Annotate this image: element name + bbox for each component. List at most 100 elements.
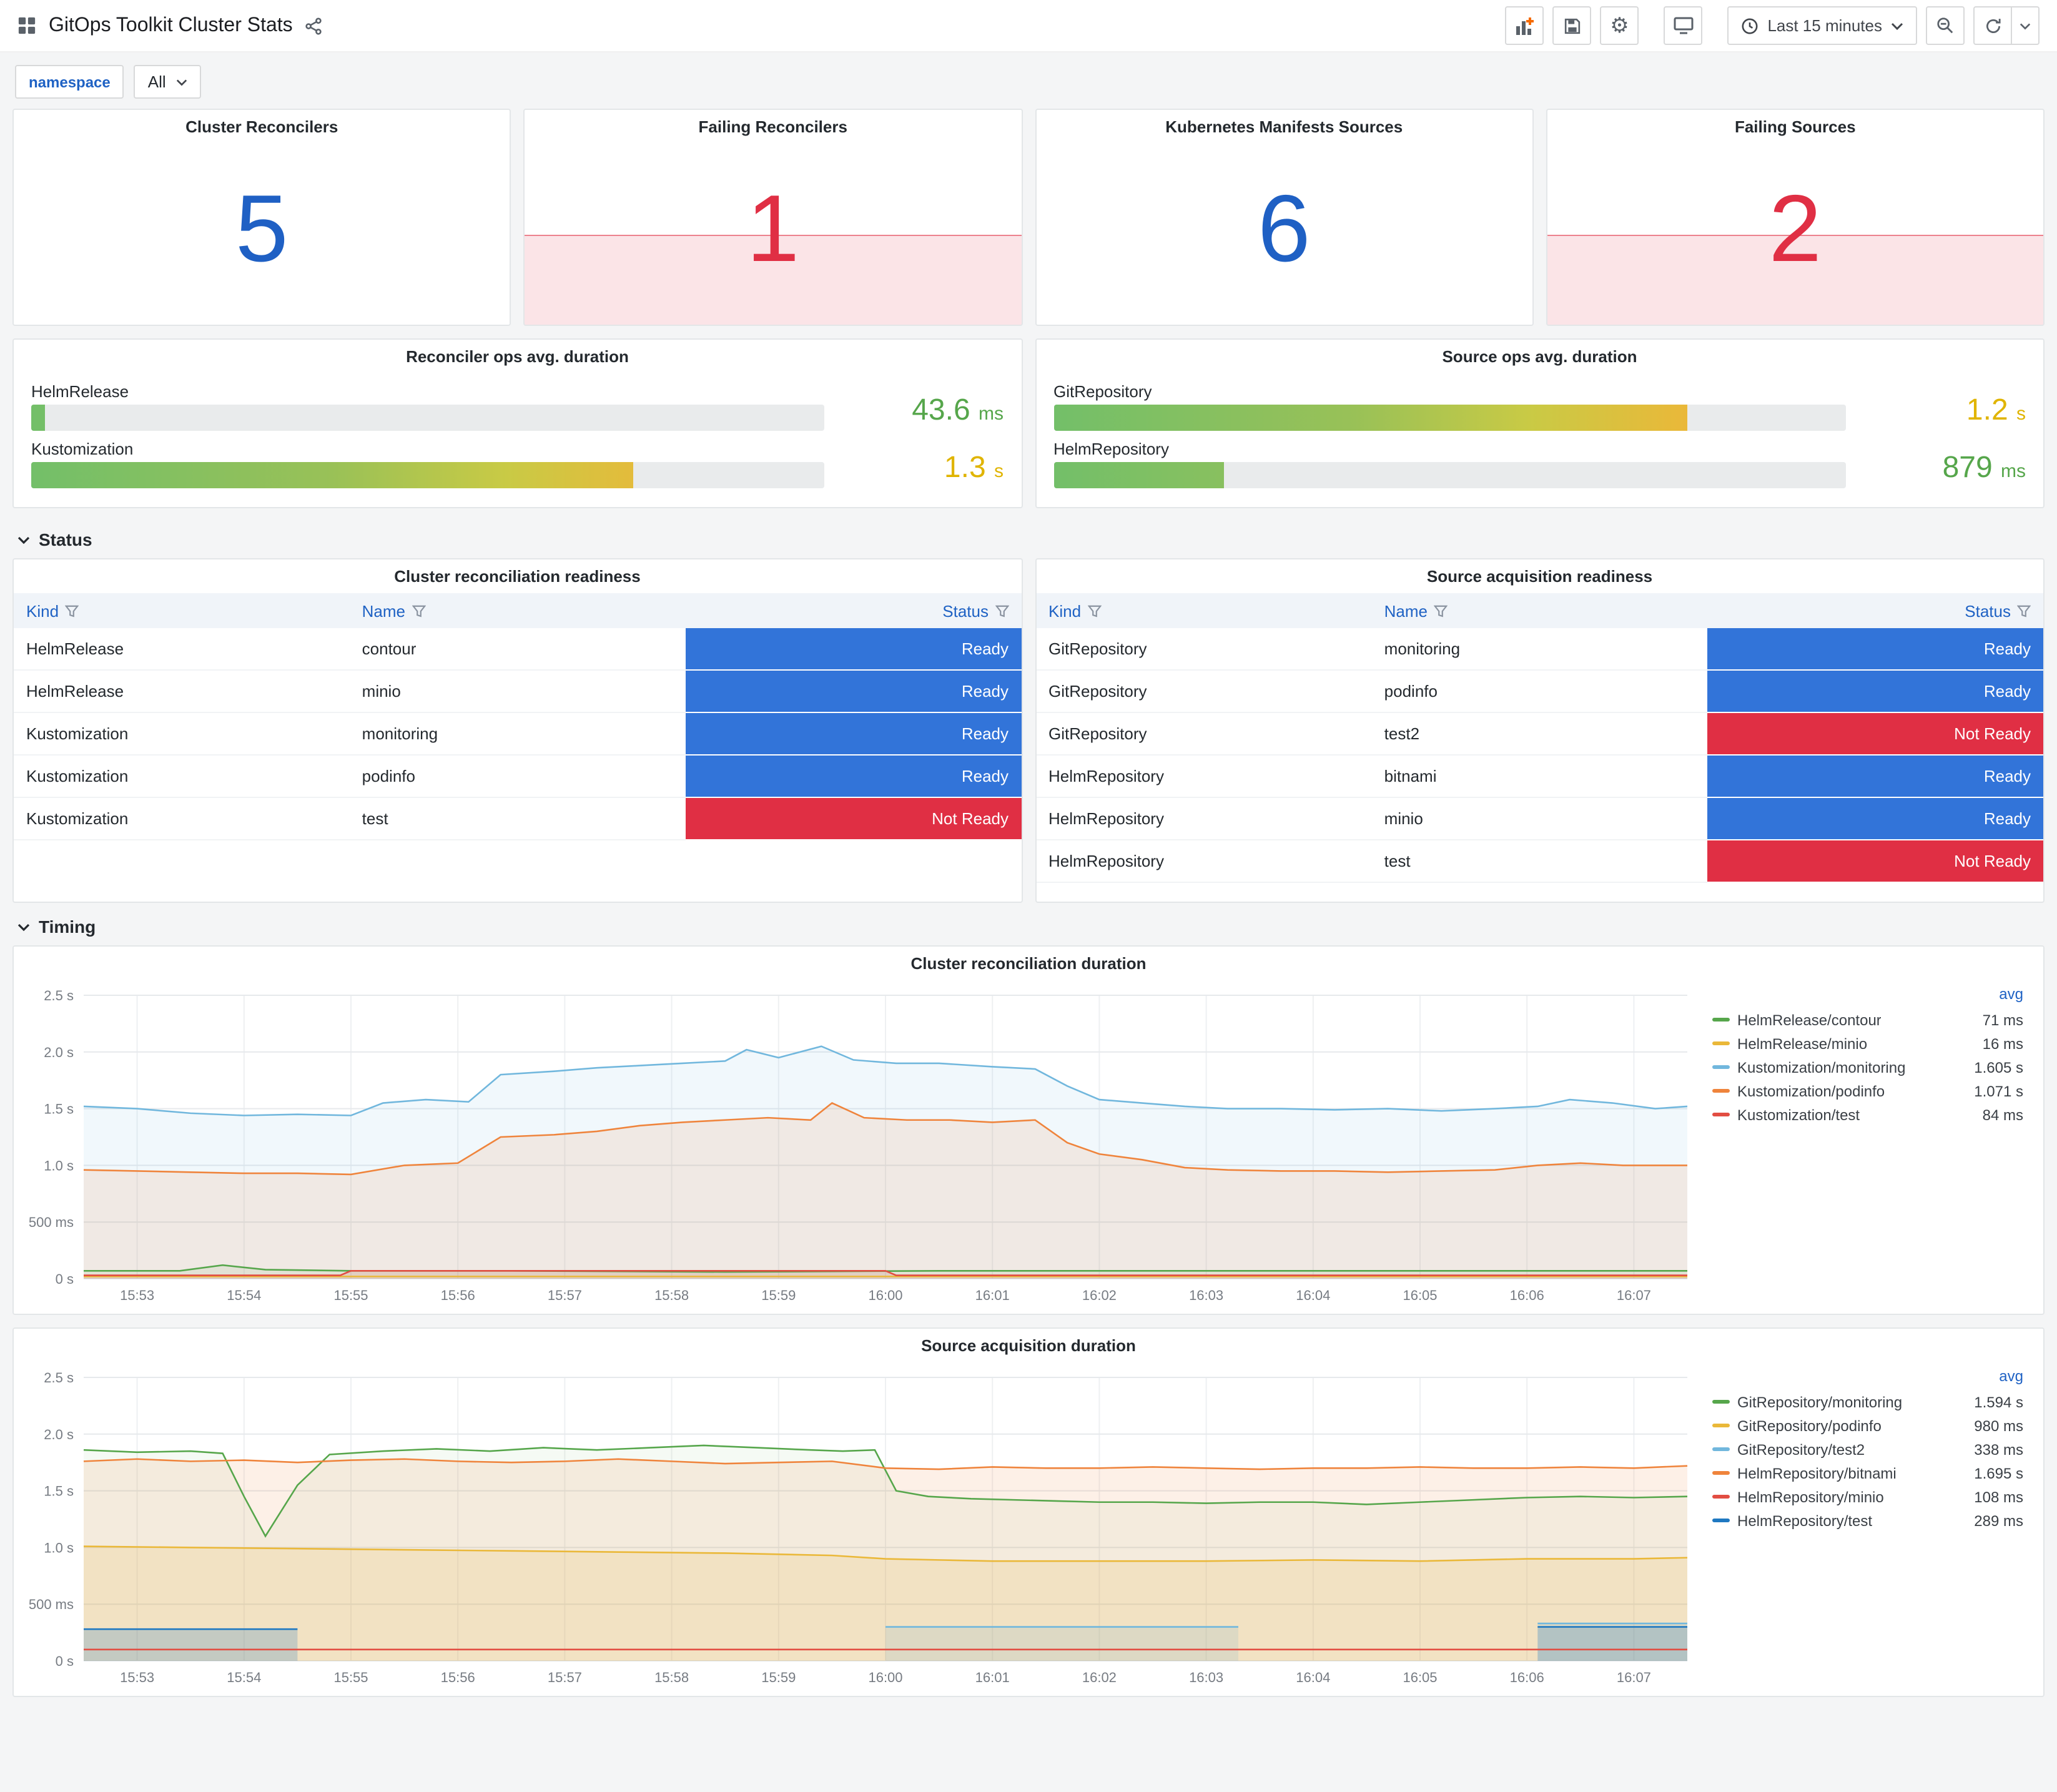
legend-item[interactable]: HelmRelease/contour 71 ms bbox=[1712, 1008, 2023, 1031]
series-avg-value: 338 ms bbox=[1974, 1440, 2023, 1458]
series-name[interactable]: HelmRepository/test bbox=[1737, 1512, 1872, 1529]
time-range-picker[interactable]: Last 15 minutes bbox=[1727, 6, 1917, 45]
series-color-dash bbox=[1712, 1424, 1730, 1427]
x-axis-tick-label: 15:53 bbox=[120, 1287, 154, 1303]
cell-name: podinfo bbox=[1371, 670, 1708, 713]
column-header-status[interactable]: Status bbox=[685, 593, 1021, 628]
dashboard-grid-icon[interactable] bbox=[17, 16, 36, 35]
x-axis-tick-label: 15:55 bbox=[333, 1670, 368, 1685]
chevron-down-icon bbox=[17, 536, 30, 544]
column-header-label: Kind bbox=[26, 601, 59, 620]
cycle-view-button[interactable] bbox=[1664, 6, 1703, 45]
save-dashboard-button[interactable] bbox=[1552, 6, 1592, 45]
variable-namespace-label[interactable]: namespace bbox=[15, 65, 124, 99]
cell-name: monitoring bbox=[349, 712, 686, 756]
panel-title: Cluster reconciliation readiness bbox=[394, 567, 641, 586]
series-color-dash bbox=[1712, 1471, 1730, 1475]
variable-value-text: All bbox=[147, 72, 166, 91]
column-header-kind[interactable]: Kind bbox=[14, 593, 350, 628]
filter-funnel-icon[interactable] bbox=[2016, 604, 2031, 618]
value-unit: ms bbox=[2001, 461, 2026, 482]
filter-funnel-icon[interactable] bbox=[1087, 604, 1102, 618]
panel-title: Source acquisition readiness bbox=[1426, 567, 1653, 586]
status-badge: Ready bbox=[685, 628, 1021, 669]
legend-item[interactable]: GitRepository/test2 338 ms bbox=[1712, 1437, 2023, 1461]
stat-value: 2 bbox=[1768, 175, 1822, 282]
filter-funnel-icon[interactable] bbox=[411, 604, 426, 618]
cell-name: bitnami bbox=[1371, 755, 1708, 798]
variable-namespace-select[interactable]: All bbox=[134, 65, 201, 99]
series-name[interactable]: Kustomization/test bbox=[1737, 1106, 1860, 1123]
legend-item[interactable]: Kustomization/monitoring 1.605 s bbox=[1712, 1055, 2023, 1079]
time-range-label: Last 15 minutes bbox=[1767, 16, 1882, 35]
x-axis-tick-label: 16:00 bbox=[868, 1287, 902, 1303]
series-name[interactable]: GitRepository/test2 bbox=[1737, 1440, 1865, 1458]
filter-funnel-icon[interactable] bbox=[64, 604, 79, 618]
series-color-dash bbox=[1712, 1065, 1730, 1069]
series-avg-value: 71 ms bbox=[1982, 1011, 2023, 1028]
column-header-name[interactable]: Name bbox=[349, 593, 686, 628]
status-badge: Not Ready bbox=[1707, 840, 2043, 882]
value-number: 1.2 bbox=[1966, 393, 2008, 427]
section-timing-toggle[interactable]: Timing bbox=[12, 908, 2045, 945]
y-axis-tick-label: 500 ms bbox=[29, 1597, 74, 1612]
refresh-button[interactable] bbox=[1973, 6, 2012, 45]
legend-item[interactable]: HelmRepository/minio 108 ms bbox=[1712, 1485, 2023, 1509]
bar-gauge-value: 879 ms bbox=[1866, 453, 2026, 488]
cell-name: test2 bbox=[1371, 712, 1708, 756]
column-header-label: Name bbox=[1384, 601, 1428, 620]
series-name[interactable]: Kustomization/monitoring bbox=[1737, 1058, 1905, 1076]
zoom-out-time-button[interactable] bbox=[1926, 6, 1965, 45]
time-series-chart[interactable]: 0 s 500 ms 1.0 s 1.5 s 2.0 s 2.5 s 15:53 15:54 1… bbox=[19, 983, 1705, 1309]
panel-title: Reconciler ops avg. duration bbox=[406, 347, 629, 366]
legend-item[interactable]: HelmRepository/bitnami 1.695 s bbox=[1712, 1461, 2023, 1485]
bar-gauge-track bbox=[31, 405, 824, 431]
series-avg-value: 1.071 s bbox=[1974, 1082, 2023, 1100]
series-name[interactable]: Kustomization/podinfo bbox=[1737, 1082, 1885, 1100]
stat-panel: Failing Sources 2 bbox=[1546, 109, 2045, 326]
legend-item[interactable]: Kustomization/test 84 ms bbox=[1712, 1103, 2023, 1126]
legend-item[interactable]: GitRepository/monitoring 1.594 s bbox=[1712, 1390, 2023, 1414]
readiness-table: Kind Name Status GitRepository monitoring Rea… bbox=[1036, 593, 2043, 883]
filter-funnel-icon[interactable] bbox=[994, 604, 1009, 618]
column-header-kind[interactable]: Kind bbox=[1036, 593, 1372, 628]
time-series-chart[interactable]: 0 s 500 ms 1.0 s 1.5 s 2.0 s 2.5 s 15:53 15:54 1… bbox=[19, 1365, 1705, 1691]
panel-title: Kubernetes Manifests Sources bbox=[1165, 117, 1403, 136]
column-header-status[interactable]: Status bbox=[1707, 593, 2043, 628]
series-avg-value: 289 ms bbox=[1974, 1512, 2023, 1529]
x-axis-tick-label: 16:03 bbox=[1189, 1287, 1223, 1303]
series-name[interactable]: GitRepository/podinfo bbox=[1737, 1417, 1882, 1434]
cell-kind: GitRepository bbox=[1036, 712, 1372, 756]
legend-avg-header[interactable]: avg bbox=[1999, 985, 2023, 1008]
y-axis-tick-label: 2.0 s bbox=[44, 1427, 74, 1442]
section-status-toggle[interactable]: Status bbox=[12, 521, 2045, 558]
series-avg-value: 1.605 s bbox=[1974, 1058, 2023, 1076]
legend-item[interactable]: HelmRelease/minio 16 ms bbox=[1712, 1031, 2023, 1055]
refresh-interval-dropdown[interactable] bbox=[2012, 6, 2040, 45]
table-row: HelmRelease minio Ready bbox=[14, 670, 1021, 713]
column-header-name[interactable]: Name bbox=[1371, 593, 1708, 628]
series-name[interactable]: HelmRelease/contour bbox=[1737, 1011, 1882, 1028]
series-name[interactable]: HelmRepository/bitnami bbox=[1737, 1464, 1897, 1482]
series-name[interactable]: HelmRepository/minio bbox=[1737, 1488, 1884, 1505]
x-axis-tick-label: 16:03 bbox=[1189, 1670, 1223, 1685]
x-axis-tick-label: 15:56 bbox=[441, 1287, 475, 1303]
status-badge: Ready bbox=[1707, 756, 2043, 797]
legend-item[interactable]: HelmRepository/test 289 ms bbox=[1712, 1509, 2023, 1532]
series-name[interactable]: HelmRelease/minio bbox=[1737, 1035, 1867, 1052]
share-dashboard-button[interactable] bbox=[305, 17, 323, 34]
cell-kind: Kustomization bbox=[14, 755, 350, 798]
chart-plot-area[interactable]: 0 s 500 ms 1.0 s 1.5 s 2.0 s 2.5 s 15:53 15:54 1… bbox=[19, 1365, 1705, 1691]
legend-item[interactable]: GitRepository/podinfo 980 ms bbox=[1712, 1414, 2023, 1437]
column-header-label: Status bbox=[1965, 601, 2011, 620]
legend-item[interactable]: Kustomization/podinfo 1.071 s bbox=[1712, 1079, 2023, 1103]
dashboard-settings-button[interactable]: ⚙ bbox=[1600, 6, 1639, 45]
bar-gauge-fill bbox=[31, 405, 46, 431]
legend-avg-header[interactable]: avg bbox=[1999, 1367, 2023, 1390]
filter-funnel-icon[interactable] bbox=[1433, 604, 1448, 618]
stat-value: 5 bbox=[235, 175, 289, 282]
x-axis-tick-label: 15:59 bbox=[761, 1670, 796, 1685]
add-panel-button[interactable] bbox=[1505, 6, 1544, 45]
series-name[interactable]: GitRepository/monitoring bbox=[1737, 1393, 1902, 1410]
chart-plot-area[interactable]: 0 s 500 ms 1.0 s 1.5 s 2.0 s 2.5 s 15:53 15:54 1… bbox=[19, 983, 1705, 1309]
